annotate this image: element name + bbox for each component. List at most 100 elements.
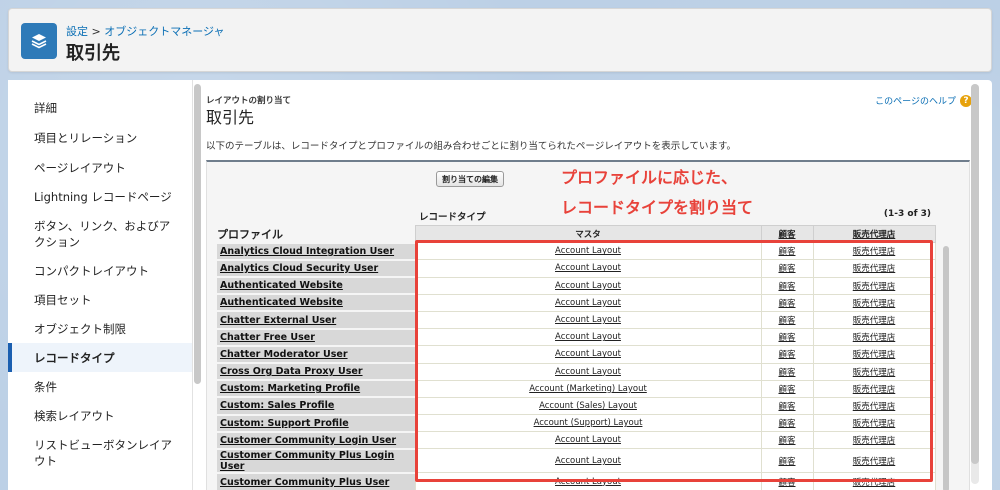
customer-layout-link[interactable]: 顧客 bbox=[760, 448, 814, 474]
help-link-label[interactable]: このページのヘルプ bbox=[875, 94, 956, 107]
customer-layout-link[interactable]: 顧客 bbox=[760, 414, 814, 433]
master-layout-link[interactable]: Account Layout bbox=[414, 448, 762, 474]
agent-layout-link[interactable]: 販売代理店 bbox=[812, 472, 936, 490]
agent-layout-link[interactable]: 販売代理店 bbox=[812, 345, 936, 364]
sidebar-item-12[interactable]: リストビューボタンレイアウト bbox=[8, 430, 192, 475]
master-layout-link[interactable]: Account Layout bbox=[414, 362, 762, 381]
sidebar-item-11[interactable]: 検索レイアウト bbox=[8, 401, 192, 430]
master-layout-link[interactable]: Account Layout bbox=[414, 345, 762, 364]
table-row: Customer Community Login User Account Lay… bbox=[217, 430, 936, 450]
column-header-customer[interactable]: 顧客 bbox=[760, 224, 814, 244]
customer-layout-link[interactable]: 顧客 bbox=[760, 242, 814, 261]
profile-link[interactable]: Authenticated Website bbox=[217, 276, 415, 295]
sidebar-item-1[interactable]: 詳細 bbox=[8, 93, 192, 123]
master-layout-link[interactable]: Account Layout bbox=[414, 472, 762, 490]
sidebar-item-6[interactable]: コンパクトレイアウト bbox=[8, 256, 192, 285]
customer-layout-link[interactable]: 顧客 bbox=[760, 472, 814, 490]
agent-layout-link[interactable]: 販売代理店 bbox=[812, 310, 936, 330]
sidebar-item-label: 項目とリレーション bbox=[34, 131, 138, 145]
page-title: 取引先 bbox=[66, 43, 120, 64]
customer-layout-link[interactable]: 顧客 bbox=[760, 276, 814, 295]
column-header-agent[interactable]: 販売代理店 bbox=[812, 224, 936, 244]
sidebar-item-label: 項目セット bbox=[34, 292, 92, 307]
customer-layout-link[interactable]: 顧客 bbox=[760, 379, 814, 398]
profile-link[interactable]: Customer Community Plus Login User bbox=[217, 447, 415, 473]
sidebar-item-label: リストビューボタンレイアウト bbox=[34, 437, 172, 468]
content-area: レイアウトの割り当て 取引先 このページのヘルプ ? 以下のテーブルは、レコード… bbox=[206, 80, 976, 490]
sidebar-item-8[interactable]: オブジェクト制限 bbox=[8, 314, 192, 343]
profile-link[interactable]: Analytics Cloud Security User bbox=[217, 258, 415, 278]
table-row: Customer Community Plus Login User Accoun… bbox=[217, 447, 936, 474]
customer-layout-link[interactable]: 顧客 bbox=[760, 328, 814, 347]
breadcrumb-separator: > bbox=[91, 25, 101, 38]
customer-layout-link[interactable]: 顧客 bbox=[760, 396, 814, 416]
sidebar-item-label: コンパクトレイアウト bbox=[34, 263, 149, 278]
record-count-label: (1-3 of 3) bbox=[883, 209, 931, 219]
breadcrumb-setup-link[interactable]: 設定 bbox=[66, 25, 88, 38]
master-layout-link[interactable]: Account (Marketing) Layout bbox=[414, 379, 762, 398]
master-layout-link[interactable]: Account (Sales) Layout bbox=[414, 396, 762, 416]
sidebar-scrollbar[interactable] bbox=[194, 84, 201, 384]
profile-link[interactable]: Chatter Moderator User bbox=[217, 344, 415, 363]
profile-link[interactable]: Custom: Marketing Profile bbox=[217, 379, 415, 398]
agent-layout-link[interactable]: 販売代理店 bbox=[812, 293, 936, 312]
table-row: Custom: Sales Profile Account (Sales) Lay… bbox=[217, 396, 936, 416]
sidebar-item-2[interactable]: 項目とリレーション bbox=[8, 123, 192, 153]
help-link[interactable]: このページのヘルプ ? bbox=[875, 94, 972, 107]
master-layout-link[interactable]: Account Layout bbox=[414, 328, 762, 347]
table-scrollbar[interactable] bbox=[943, 246, 949, 490]
profile-link[interactable]: Authenticated Website bbox=[217, 293, 415, 312]
sidebar-item-10[interactable]: 条件 bbox=[8, 372, 192, 401]
profile-link[interactable]: Custom: Sales Profile bbox=[217, 396, 415, 415]
master-layout-link[interactable]: Account (Support) Layout bbox=[414, 414, 762, 433]
sidebar-item-9[interactable]: レコードタイプ bbox=[8, 343, 192, 372]
edit-assignment-button[interactable]: 割り当ての編集 bbox=[436, 171, 504, 187]
customer-layout-link[interactable]: 顧客 bbox=[760, 293, 814, 312]
profile-link[interactable]: Customer Community Plus User bbox=[217, 471, 415, 490]
table-row: Cross Org Data Proxy User Account Layout 顧… bbox=[217, 361, 936, 381]
profile-link[interactable]: Chatter Free User bbox=[217, 327, 415, 346]
sidebar-item-7[interactable]: 項目セット bbox=[8, 285, 192, 314]
annotation-line-2: レコードタイプを割り当て bbox=[561, 198, 754, 217]
customer-layout-link[interactable]: 顧客 bbox=[760, 345, 814, 364]
assignment-table-body: Analytics Cloud Integration User Account … bbox=[217, 241, 936, 490]
profile-link[interactable]: Cross Org Data Proxy User bbox=[217, 361, 415, 381]
layers-icon bbox=[21, 23, 57, 59]
main-scrollbar[interactable] bbox=[971, 84, 979, 484]
annotation-text: プロファイルに応じた、 レコードタイプを割り当て bbox=[561, 163, 753, 223]
sidebar-item-4[interactable]: Lightning レコードページ bbox=[8, 182, 192, 211]
customer-layout-link[interactable]: 顧客 bbox=[760, 362, 814, 381]
agent-layout-link[interactable]: 販売代理店 bbox=[812, 328, 936, 347]
agent-layout-link[interactable]: 販売代理店 bbox=[812, 362, 936, 381]
main-scrollbar-thumb[interactable] bbox=[971, 84, 979, 464]
page-header: 設定 > オブジェクトマネージャ 取引先 bbox=[8, 8, 992, 72]
profile-column-header: プロファイル bbox=[217, 227, 283, 241]
agent-layout-link[interactable]: 販売代理店 bbox=[812, 259, 936, 278]
master-layout-link[interactable]: Account Layout bbox=[414, 242, 762, 261]
description-text: 以下のテーブルは、レコードタイプとプロファイルの組み合わせごとに割り当てられたペ… bbox=[206, 141, 737, 152]
agent-layout-link[interactable]: 販売代理店 bbox=[812, 431, 936, 450]
agent-layout-link[interactable]: 販売代理店 bbox=[812, 276, 936, 295]
table-row: Customer Community Plus User Account Layo… bbox=[217, 471, 936, 490]
profile-link[interactable]: Custom: Support Profile bbox=[217, 413, 415, 432]
customer-layout-link[interactable]: 顧客 bbox=[760, 310, 814, 330]
agent-layout-link[interactable]: 販売代理店 bbox=[812, 242, 936, 261]
master-layout-link[interactable]: Account Layout bbox=[414, 259, 762, 278]
master-layout-link[interactable]: Account Layout bbox=[414, 310, 762, 330]
table-row: Analytics Cloud Integration User Account … bbox=[217, 241, 936, 261]
customer-layout-link[interactable]: 顧客 bbox=[760, 431, 814, 450]
profile-link[interactable]: Analytics Cloud Integration User bbox=[217, 241, 415, 260]
agent-layout-link[interactable]: 販売代理店 bbox=[812, 414, 936, 433]
sidebar-item-5[interactable]: ボタン、リンク、およびアクション bbox=[8, 211, 192, 256]
profile-link[interactable]: Chatter External User bbox=[217, 310, 415, 329]
agent-layout-link[interactable]: 販売代理店 bbox=[812, 379, 936, 398]
breadcrumb-object-manager-link[interactable]: オブジェクトマネージャ bbox=[104, 25, 224, 38]
profile-link[interactable]: Customer Community Login User bbox=[217, 430, 415, 449]
master-layout-link[interactable]: Account Layout bbox=[414, 431, 762, 450]
master-layout-link[interactable]: Account Layout bbox=[414, 293, 762, 312]
sidebar-item-3[interactable]: ページレイアウト bbox=[8, 153, 192, 182]
master-layout-link[interactable]: Account Layout bbox=[414, 276, 762, 295]
agent-layout-link[interactable]: 販売代理店 bbox=[812, 448, 936, 474]
customer-layout-link[interactable]: 顧客 bbox=[760, 259, 814, 278]
agent-layout-link[interactable]: 販売代理店 bbox=[812, 396, 936, 416]
